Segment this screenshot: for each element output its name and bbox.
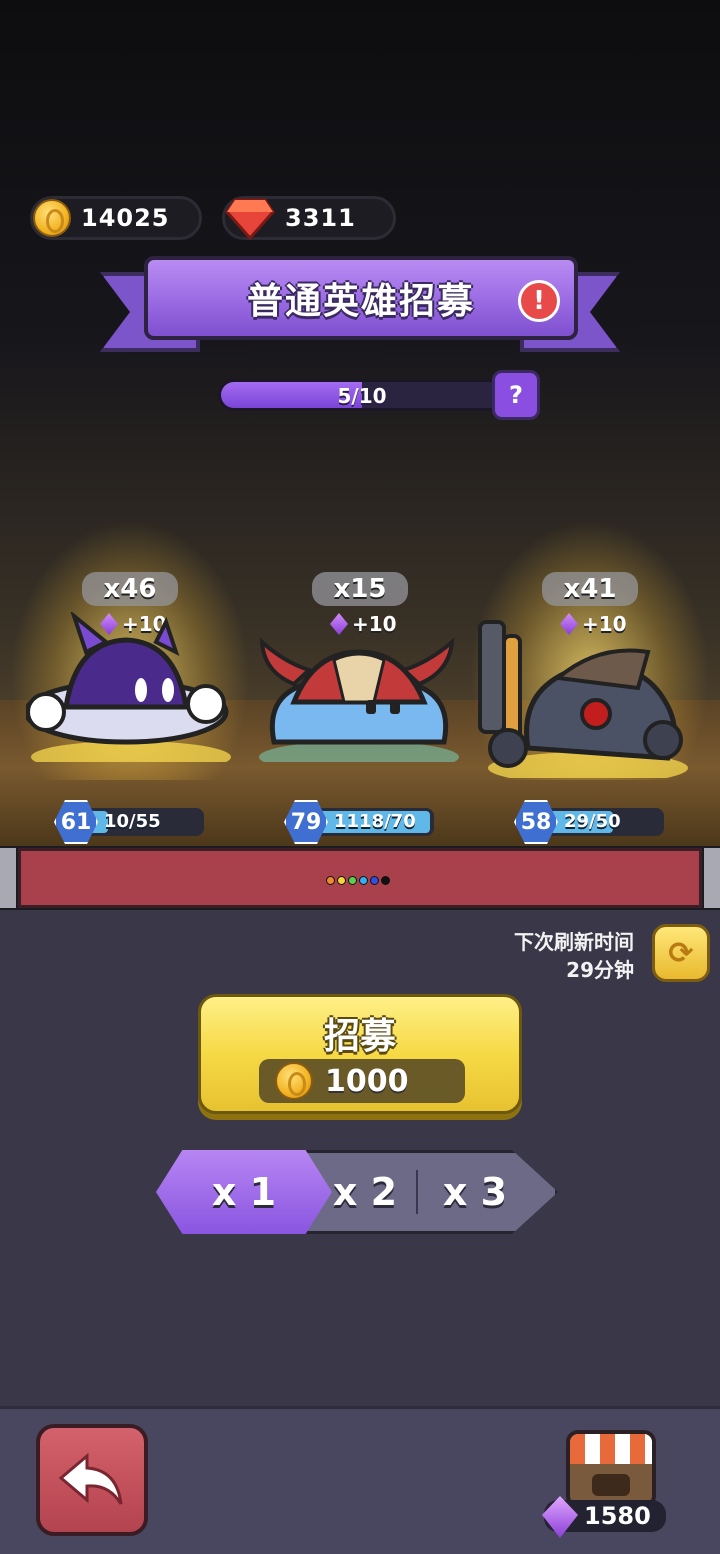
multiplier-x2-button[interactable]: x 2 [330,1150,400,1234]
gem-amount: 1580 [584,1502,651,1530]
hero-count: x46 [82,572,178,606]
coin-amount: 14025 [81,204,170,232]
xp-text: 10/55 [104,811,161,832]
coin-icon [33,199,71,237]
hero-level-bar-2: 79 1118/70 [284,800,434,844]
ruby-icon [225,198,275,240]
refresh-icon: ⟳ [668,935,694,971]
help-button[interactable]: ? [492,370,540,420]
multiplier-divider [416,1170,418,1214]
pagination-dots [326,876,390,885]
alert-icon[interactable]: ! [518,280,560,322]
refresh-button[interactable]: ⟳ [652,924,710,982]
hero-count: x41 [542,572,638,606]
progress-text: 5/10 [337,384,387,408]
multiplier-x1-button[interactable]: x 1 [156,1150,332,1234]
coin-counter: 14025 [30,196,202,240]
armored-gunner-hero-icon [478,620,688,778]
back-arrow-icon [58,1452,123,1505]
back-button[interactable] [36,1424,148,1536]
refresh-label: 下次刷新时间 [514,930,634,954]
shop-button[interactable] [566,1430,656,1508]
multiplier-x3-button[interactable]: x 3 [440,1150,510,1234]
recruit-cost-value: 1000 [325,1063,409,1099]
ufo-slime-hero-icon [26,612,231,762]
coin-icon [275,1062,313,1100]
refresh-time: 29分钟 [566,958,634,982]
shop-counter-icon [592,1474,630,1496]
hero-level-bar-3: 58 29/50 [514,800,664,844]
recruit-banner: 普通英雄招募 ! [144,256,578,340]
xp-text: 1118/70 [334,811,416,832]
strip-edge-right [704,848,720,908]
recruit-button[interactable]: 招募 1000 [198,994,522,1114]
recruit-progress-bar: 5/10 [218,379,506,411]
banner-title: 普通英雄招募 [246,281,475,322]
recruit-cost: 1000 [259,1059,465,1103]
xp-text: 29/50 [564,811,621,832]
horned-knight-slime-hero-icon [259,637,459,762]
pagination-dot [381,876,390,885]
pagination-dot [326,876,335,885]
pagination-dot [337,876,346,885]
ruby-amount: 3311 [285,204,356,232]
ruby-counter: 3311 [222,196,396,240]
recruit-label: 招募 [323,1016,396,1057]
pagination-dot [359,876,368,885]
shop-awning-icon [570,1434,652,1464]
pagination-dot [370,876,379,885]
strip-edge-left [0,848,16,908]
refresh-info: 下次刷新时间 29分钟 [514,928,634,984]
page-indicator-strip [0,846,720,910]
hero-count: x15 [312,572,408,606]
hero-level-bar-1: 61 10/55 [54,800,204,844]
pagination-dot [348,876,357,885]
